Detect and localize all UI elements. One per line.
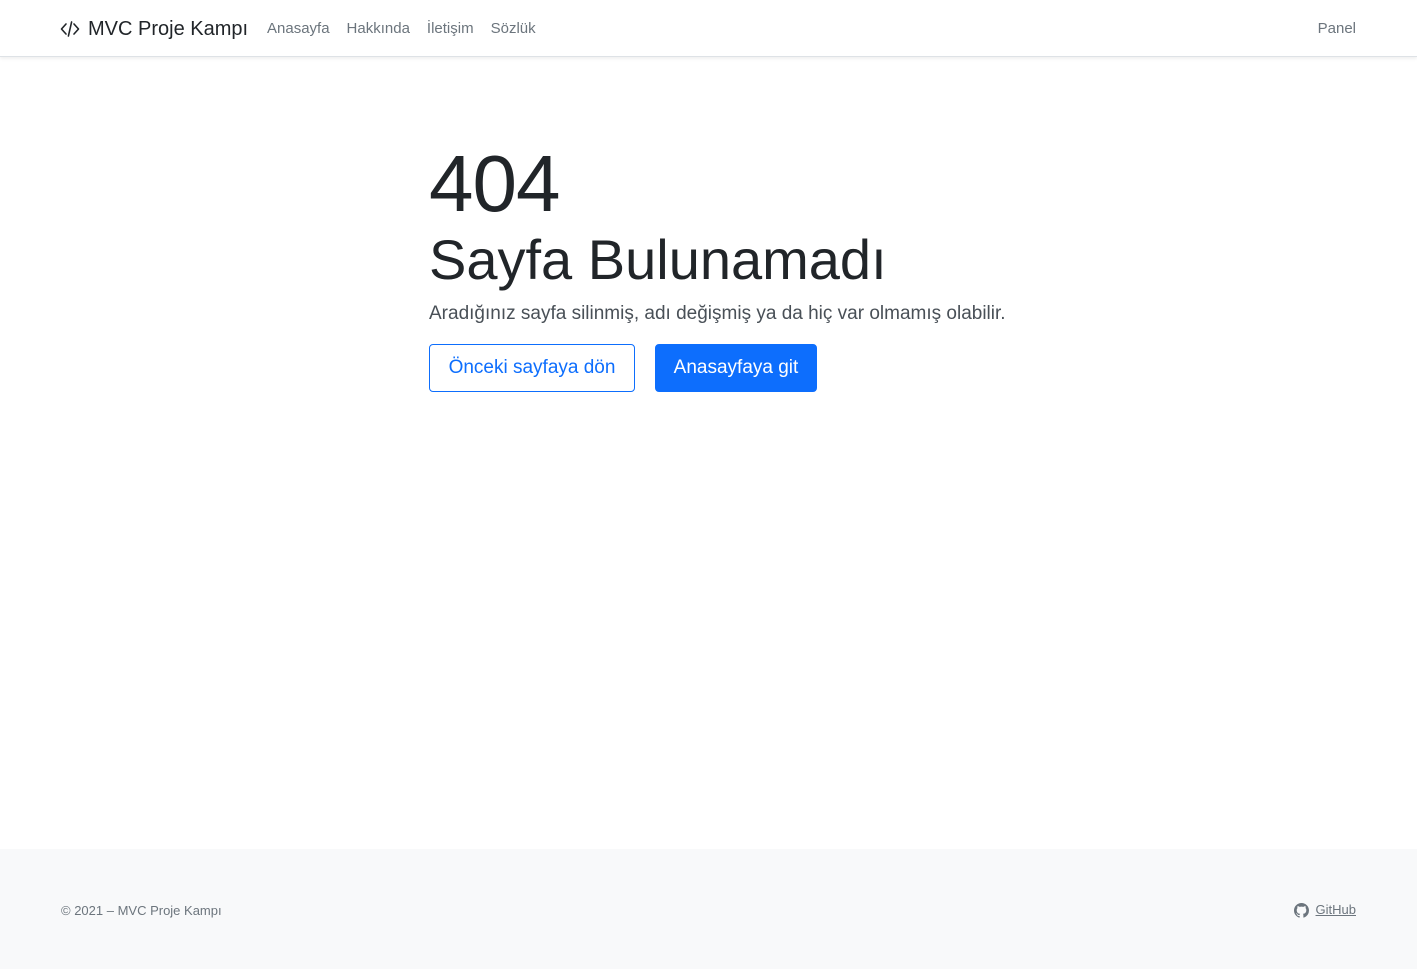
error-title: Sayfa Bulunamadı — [429, 228, 887, 291]
github-icon — [1293, 902, 1309, 918]
brand-label: MVC Proje Kampı — [88, 18, 249, 40]
nav-links: Anasayfa Hakkında İletişim Sözlük — [267, 19, 553, 39]
nav-link-anasayfa[interactable]: Anasayfa — [267, 19, 330, 39]
nav-link-hakkinda[interactable]: Hakkında — [347, 19, 410, 39]
code-icon — [60, 21, 80, 37]
error-content: 404 Sayfa Bulunamadı Aradığınız sayfa si… — [429, 138, 1029, 392]
navbar: MVC Proje Kampı Anasayfa Hakkında İletiş… — [0, 0, 1417, 57]
footer: © 2021 – MVC Proje Kampı GitHub — [0, 849, 1417, 969]
copyright-text: © 2021 – MVC Proje Kampı — [61, 903, 222, 918]
github-label: GitHub — [1315, 902, 1356, 917]
github-link[interactable]: GitHub — [1293, 901, 1356, 919]
nav-link-panel[interactable]: Panel — [1318, 19, 1356, 39]
nav-link-sozluk[interactable]: Sözlük — [491, 19, 536, 39]
button-row: Önceki sayfaya dön Anasayfaya git — [429, 344, 1029, 392]
error-message: Aradığınız sayfa silinmiş, adı değişmiş … — [429, 303, 1006, 324]
error-code: 404 — [429, 139, 560, 228]
back-button[interactable]: Önceki sayfaya dön — [429, 344, 635, 392]
nav-link-iletisim[interactable]: İletişim — [427, 19, 474, 39]
brand-link[interactable]: MVC Proje Kampı — [60, 17, 248, 41]
home-button[interactable]: Anasayfaya git — [655, 344, 817, 392]
